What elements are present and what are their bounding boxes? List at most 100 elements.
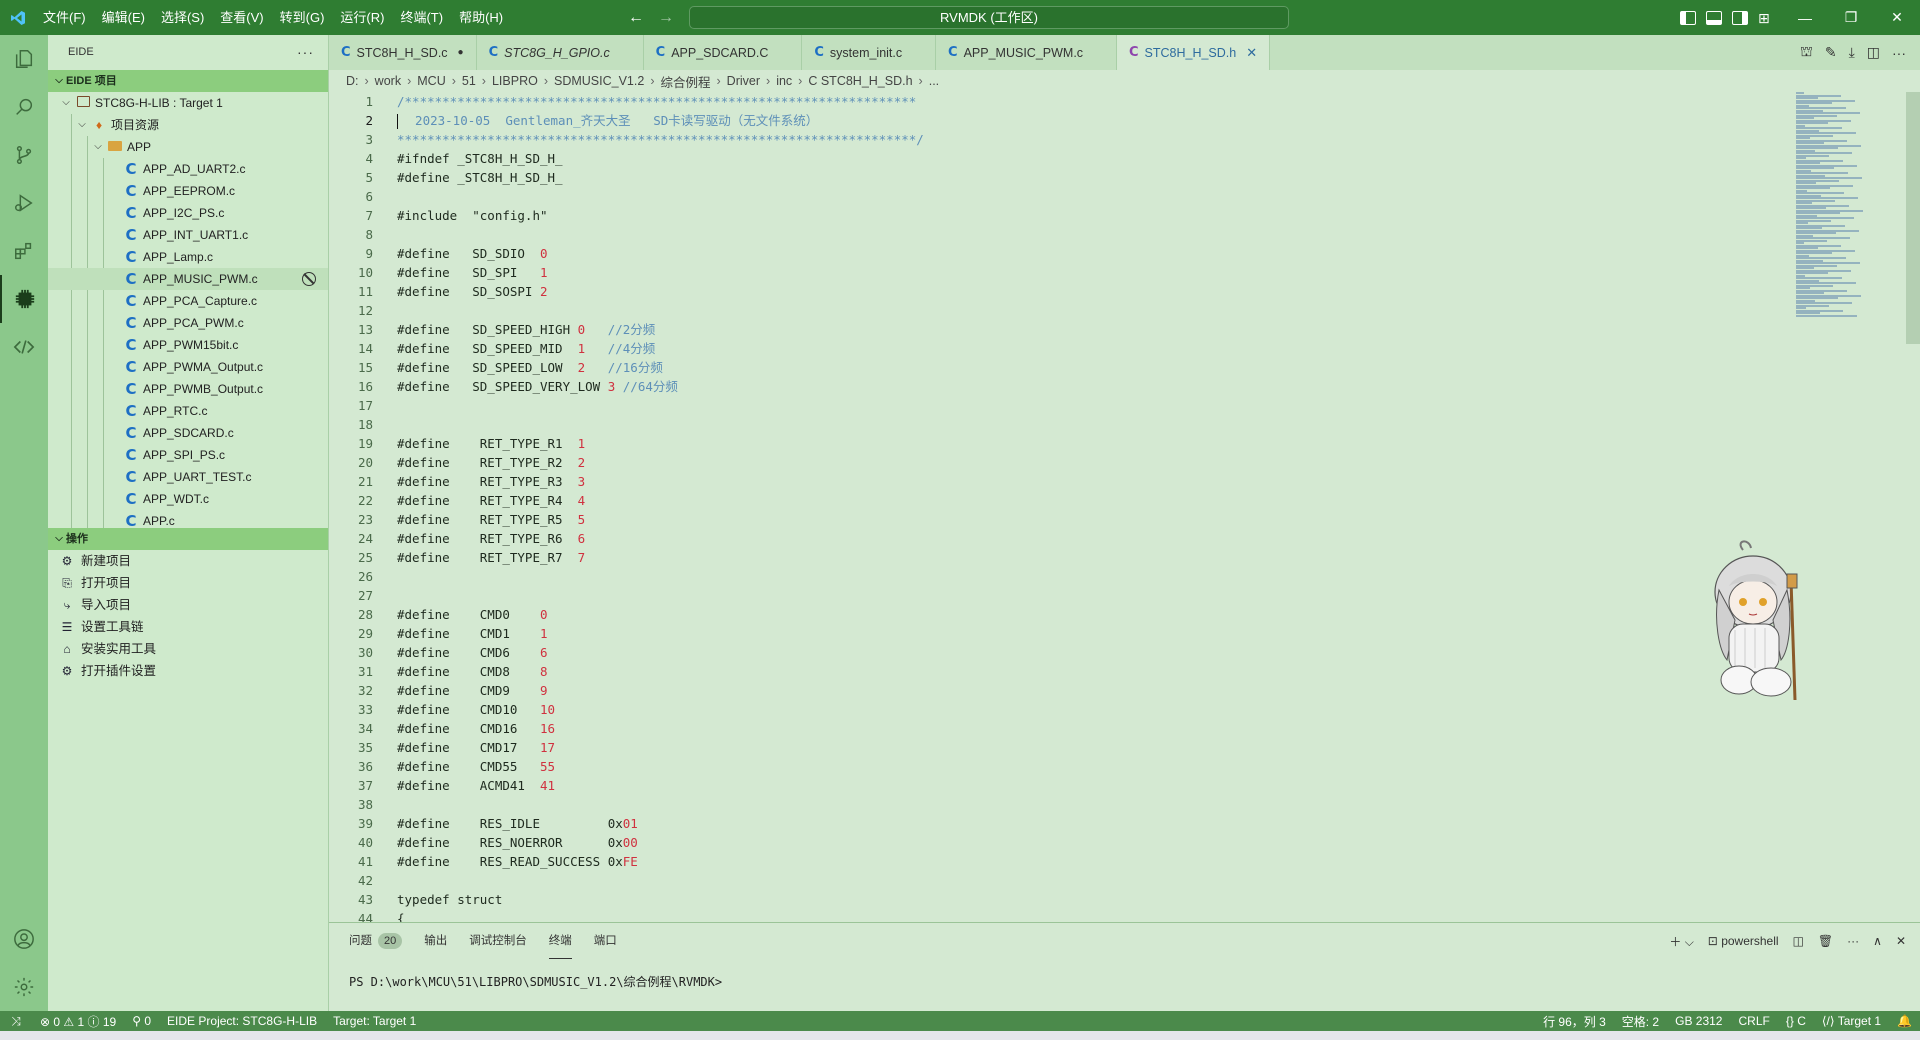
tree-item-file[interactable]: C APP_SDCARD.c bbox=[48, 422, 328, 444]
source-control-icon[interactable] bbox=[0, 131, 48, 179]
split-terminal-icon[interactable]: ◫ bbox=[1793, 934, 1804, 948]
code-line[interactable]: #define CMD0 0 bbox=[397, 605, 1797, 624]
remote-code-icon[interactable] bbox=[0, 323, 48, 371]
close-tab-icon[interactable]: ✕ bbox=[1246, 45, 1257, 61]
maximize-panel-icon[interactable]: ∧ bbox=[1873, 934, 1882, 948]
code-line[interactable]: #define RET_TYPE_R2 2 bbox=[397, 453, 1797, 472]
code-line[interactable]: #include "config.h" bbox=[397, 206, 1797, 225]
code-line[interactable]: { bbox=[397, 909, 1797, 922]
exclude-icon[interactable] bbox=[302, 272, 316, 286]
eide-project-section-header[interactable]: ⌵ EIDE 项目 bbox=[48, 70, 328, 92]
operation-item[interactable]: ⚙ 打开插件设置 bbox=[48, 660, 328, 682]
tree-item-file[interactable]: C APP_PWM15bit.c bbox=[48, 334, 328, 356]
breadcrumb-item[interactable]: ... bbox=[929, 74, 939, 88]
code-line[interactable]: /***************************************… bbox=[397, 92, 1797, 111]
end-of-line[interactable]: CRLF bbox=[1730, 1014, 1777, 1028]
editor-tab[interactable]: Csystem_init.c✕ bbox=[802, 35, 937, 70]
tree-item-file[interactable]: C APP_PWMA_Output.c bbox=[48, 356, 328, 378]
code-line[interactable] bbox=[397, 225, 1797, 244]
tree-item-file[interactable]: C APP_RTC.c bbox=[48, 400, 328, 422]
toggle-panel-icon[interactable] bbox=[1706, 10, 1722, 25]
menu-item-6[interactable]: 终端(T) bbox=[392, 0, 451, 35]
encoding[interactable]: GB 2312 bbox=[1667, 1014, 1730, 1028]
breadcrumb-item[interactable]: inc bbox=[776, 74, 792, 88]
panel-tab[interactable]: 调试控制台 bbox=[469, 923, 527, 959]
more-actions-icon[interactable]: ··· bbox=[1847, 934, 1859, 948]
code-line[interactable]: #define RES_IDLE 0x01 bbox=[397, 814, 1797, 833]
language-mode[interactable]: {} C bbox=[1778, 1014, 1814, 1028]
tree-item-file[interactable]: C APP_PCA_Capture.c bbox=[48, 290, 328, 312]
split-editor-icon[interactable]: ◫ bbox=[1867, 44, 1880, 61]
code-line[interactable]: #define RET_TYPE_R4 4 bbox=[397, 491, 1797, 510]
menu-item-4[interactable]: 转到(G) bbox=[272, 0, 333, 35]
forward-arrow-icon[interactable]: → bbox=[658, 9, 674, 27]
code-line[interactable]: #define CMD55 55 bbox=[397, 757, 1797, 776]
close-window-button[interactable]: ✕ bbox=[1874, 0, 1920, 35]
code-line[interactable]: 2023-10-05 Gentleman_齐天大圣 SD卡读写驱动（无文件系统） bbox=[397, 111, 1797, 130]
flash-icon[interactable]: ✎ bbox=[1825, 44, 1837, 61]
more-actions-icon[interactable]: ··· bbox=[1892, 45, 1906, 61]
remote-indicator-icon[interactable]: ⤨ bbox=[0, 1014, 32, 1029]
toggle-primary-sidebar-icon[interactable] bbox=[1680, 10, 1696, 25]
code-line[interactable]: #define CMD16 16 bbox=[397, 719, 1797, 738]
code-line[interactable] bbox=[397, 871, 1797, 890]
breadcrumb-item[interactable]: SDMUSIC_V1.2 bbox=[554, 74, 644, 88]
code-line[interactable]: #define CMD8 8 bbox=[397, 662, 1797, 681]
tree-item-file[interactable]: C APP_SPI_PS.c bbox=[48, 444, 328, 466]
code-line[interactable]: #define CMD9 9 bbox=[397, 681, 1797, 700]
code-line[interactable]: #define SD_SPEED_VERY_LOW 3 //64分频 bbox=[397, 377, 1797, 396]
code-line[interactable]: #define CMD1 1 bbox=[397, 624, 1797, 643]
vertical-scrollbar[interactable] bbox=[1906, 92, 1920, 344]
minimap[interactable] bbox=[1796, 92, 1906, 322]
code-editor[interactable]: 1 2 3 4 5 6 7 8 9 10 11 12 13 14 15 16 17 18 19 20 21 22 23 24 2… bbox=[329, 92, 1920, 922]
panel-tab[interactable]: 终端 bbox=[548, 923, 572, 959]
eide-target-right[interactable]: ⟨/⟩ Target 1 bbox=[1814, 1014, 1889, 1028]
indentation[interactable]: 空格: 2 bbox=[1614, 1013, 1667, 1030]
tree-item-file[interactable]: C APP_EEPROM.c bbox=[48, 180, 328, 202]
close-panel-icon[interactable]: ✕ bbox=[1896, 934, 1906, 948]
editor-tab[interactable]: C STC8H_H_SD.h ✕ bbox=[1116, 35, 1271, 70]
code-line[interactable]: #define SD_SOSPI 2 bbox=[397, 282, 1797, 301]
problems-indicator[interactable]: ⊗ 0 ⚠ 1 ⓘ 19 bbox=[32, 1013, 124, 1030]
breadcrumb-item[interactable]: D: bbox=[346, 74, 359, 88]
code-line[interactable]: #define SD_SDIO 0 bbox=[397, 244, 1797, 263]
code-line[interactable]: #define RET_TYPE_R6 6 bbox=[397, 529, 1797, 548]
panel-tab[interactable]: 端口 bbox=[594, 923, 617, 959]
code-line[interactable]: #define CMD17 17 bbox=[397, 738, 1797, 757]
tree-item-file[interactable]: C APP_MUSIC_PWM.c bbox=[48, 268, 328, 290]
extensions-icon[interactable] bbox=[0, 227, 48, 275]
explorer-icon[interactable] bbox=[0, 35, 48, 83]
menu-item-0[interactable]: 文件(F) bbox=[35, 0, 94, 35]
menu-item-2[interactable]: 选择(S) bbox=[153, 0, 212, 35]
code-line[interactable] bbox=[397, 301, 1797, 320]
panel-tab[interactable]: 输出 bbox=[424, 923, 447, 959]
breadcrumb-item[interactable]: 51 bbox=[462, 74, 476, 88]
code-line[interactable]: #define RET_TYPE_R5 5 bbox=[397, 510, 1797, 529]
settings-gear-icon[interactable] bbox=[0, 963, 48, 1011]
tree-item-file[interactable]: C APP_UART_TEST.c bbox=[48, 466, 328, 488]
code-line[interactable]: #define CMD6 6 bbox=[397, 643, 1797, 662]
code-lines[interactable]: /***************************************… bbox=[397, 92, 1797, 922]
editor-tab[interactable]: CAPP_SDCARD.C✕ bbox=[644, 35, 803, 70]
panel-tab[interactable]: 问题 20 bbox=[349, 923, 403, 959]
code-line[interactable]: typedef struct bbox=[397, 890, 1797, 909]
operations-section-header[interactable]: ⌵ 操作 bbox=[48, 528, 328, 550]
code-line[interactable] bbox=[397, 415, 1797, 434]
run-debug-icon[interactable] bbox=[0, 179, 48, 227]
code-line[interactable]: ****************************************… bbox=[397, 130, 1797, 149]
code-line[interactable]: #define _STC8H_H_SD_H_ bbox=[397, 168, 1797, 187]
eide-chip-icon[interactable] bbox=[0, 275, 48, 323]
tree-item-file[interactable]: C APP_Lamp.c bbox=[48, 246, 328, 268]
operation-item[interactable]: ⎘ 打开项目 bbox=[48, 572, 328, 594]
menu-item-1[interactable]: 编辑(E) bbox=[94, 0, 153, 35]
tree-item-resources[interactable]: ⌵ ♦ 项目资源 bbox=[48, 114, 328, 136]
command-center[interactable]: RVMDK (工作区) bbox=[689, 6, 1289, 29]
menu-item-5[interactable]: 运行(R) bbox=[332, 0, 392, 35]
code-line[interactable] bbox=[397, 567, 1797, 586]
tree-item-folder-app[interactable]: ⌵ APP bbox=[48, 136, 328, 158]
ports-indicator[interactable]: ⚲ 0 bbox=[124, 1014, 159, 1028]
code-line[interactable] bbox=[397, 396, 1797, 415]
more-actions-icon[interactable]: ··· bbox=[297, 35, 314, 70]
editor-tab[interactable]: CAPP_MUSIC_PWM.c✕ bbox=[936, 35, 1117, 70]
breadcrumb-item[interactable]: C STC8H_H_SD.h bbox=[808, 74, 912, 88]
